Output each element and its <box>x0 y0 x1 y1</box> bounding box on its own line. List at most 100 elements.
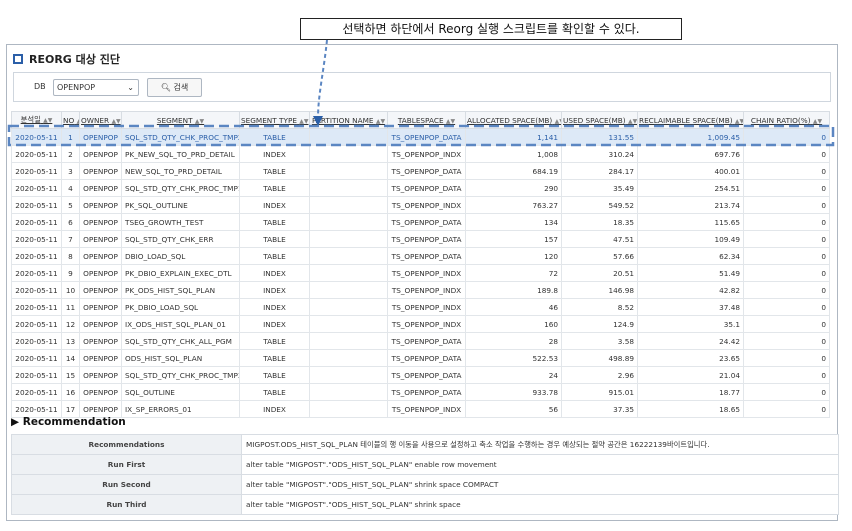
annotation-callout: 선택하면 하단에서 Reorg 실행 스크립트를 확인할 수 있다. <box>300 18 682 40</box>
table-cell: OPENPOP <box>79 281 122 299</box>
table-cell: 522.53 <box>465 349 562 367</box>
sort-icon: ▲▼ <box>299 117 309 125</box>
column-header[interactable]: SEGMENT ▲▼ <box>121 111 240 129</box>
table-cell: 62.34 <box>637 247 744 265</box>
table-cell: TS_OPENPOP_DATA <box>387 366 466 384</box>
search-button[interactable]: 🔍︎ 검색 <box>147 78 202 97</box>
table-cell: NEW_SQL_TO_PRD_DETAIL <box>121 162 240 180</box>
table-cell: TS_OPENPOP_DATA <box>387 247 466 265</box>
table-cell: PK_ODS_HIST_SQL_PLAN <box>121 281 240 299</box>
table-row[interactable]: 2020-05-11 1 OPENPOP SQL_STD_QTY_CHK_PROC_T… <box>11 128 830 146</box>
table-cell: IX_ODS_HIST_SQL_PLAN_01 <box>121 315 240 333</box>
column-header[interactable]: CHAIN RATIO(%) ▲▼ <box>743 111 830 129</box>
table-cell: TABLE <box>239 332 310 350</box>
table-cell: 2020-05-11 <box>11 349 62 367</box>
table-cell: OPENPOP <box>79 315 122 333</box>
table-cell: 0 <box>743 264 830 282</box>
table-row[interactable]: 2020-05-11 7 OPENPOP SQL_STD_QTY_CHK_ERR TAB… <box>11 230 830 248</box>
column-header[interactable]: SEGMENT TYPE ▲▼ <box>239 111 310 129</box>
table-cell: 2020-05-11 <box>11 196 62 214</box>
table-cell: 0 <box>743 213 830 231</box>
table-cell: 2.96 <box>561 366 638 384</box>
table-cell: 400.01 <box>637 162 744 180</box>
table-row[interactable]: 2020-05-11 12 OPENPOP IX_ODS_HIST_SQL_PLAN_… <box>11 315 830 333</box>
table-cell: OPENPOP <box>79 332 122 350</box>
table-cell: TS_OPENPOP_INDX <box>387 298 466 316</box>
table-cell: 0 <box>743 349 830 367</box>
db-select[interactable]: OPENPOP ⌄ <box>53 79 139 96</box>
table-row[interactable]: 2020-05-11 11 OPENPOP PK_DBIO_LOAD_SQL INDEX… <box>11 298 830 316</box>
table-cell: ODS_HIST_SQL_PLAN <box>121 349 240 367</box>
table-cell: TABLE <box>239 162 310 180</box>
table-cell: 697.76 <box>637 145 744 163</box>
column-header[interactable]: NO ▲▼ <box>61 111 80 129</box>
recommendation-label: Run Third <box>11 494 242 515</box>
table-cell: 2020-05-11 <box>11 179 62 197</box>
table-cell: 7 <box>61 230 80 248</box>
table-cell: 47.51 <box>561 230 638 248</box>
table-cell: 134 <box>465 213 562 231</box>
table-cell: 18.65 <box>637 400 744 418</box>
search-icon: 🔍︎ <box>160 83 171 92</box>
table-row[interactable]: 2020-05-11 6 OPENPOP TSEG_GROWTH_TEST TABLE T… <box>11 213 830 231</box>
column-header[interactable]: OWNER ▲▼ <box>79 111 122 129</box>
table-cell <box>309 179 388 197</box>
column-header[interactable]: USED SPACE(MB) ▲▼ <box>561 111 638 129</box>
recommendation-row: Run Second alter table "MIGPOST"."ODS_HI… <box>11 474 839 495</box>
table-cell: 0 <box>743 145 830 163</box>
table-cell: 4 <box>61 179 80 197</box>
table-row[interactable]: 2020-05-11 10 OPENPOP PK_ODS_HIST_SQL_PLAN I… <box>11 281 830 299</box>
table-row[interactable]: 2020-05-11 17 OPENPOP IX_SP_ERRORS_01 INDEX T… <box>11 400 830 418</box>
table-cell <box>309 349 388 367</box>
table-cell: TS_OPENPOP_DATA <box>387 383 466 401</box>
table-cell: SQL_STD_QTY_CHK_PROC_TMP1 <box>121 179 240 197</box>
table-cell: INDEX <box>239 196 310 214</box>
table-row[interactable]: 2020-05-11 15 OPENPOP SQL_STD_QTY_CHK_PROC_… <box>11 366 830 384</box>
table-row[interactable]: 2020-05-11 2 OPENPOP PK_NEW_SQL_TO_PRD_DETA… <box>11 145 830 163</box>
table-cell: 124.9 <box>561 315 638 333</box>
table-row[interactable]: 2020-05-11 8 OPENPOP DBIO_LOAD_SQL TABLE TS_O… <box>11 247 830 265</box>
table-cell: 0 <box>743 298 830 316</box>
table-cell: PK_DBIO_EXPLAIN_EXEC_DTL <box>121 264 240 282</box>
table-cell: 254.51 <box>637 179 744 197</box>
column-header[interactable]: ALLOCATED SPACE(MB) ▲▼ <box>465 111 562 129</box>
table-cell <box>309 315 388 333</box>
table-row[interactable]: 2020-05-11 9 OPENPOP PK_DBIO_EXPLAIN_EXEC_D… <box>11 264 830 282</box>
table-cell <box>309 366 388 384</box>
table-cell: 2 <box>61 145 80 163</box>
sort-icon: ▲▼ <box>627 117 638 125</box>
chevron-down-icon: ⌄ <box>127 83 134 92</box>
panel-title: REORG 대상 진단 <box>13 51 120 67</box>
table-cell: 115.65 <box>637 213 744 231</box>
sort-icon: ▲▼ <box>194 117 205 125</box>
table-cell: 46 <box>465 298 562 316</box>
table-row[interactable]: 2020-05-11 3 OPENPOP NEW_SQL_TO_PRD_DETAIL T… <box>11 162 830 180</box>
column-header[interactable]: TABLESPACE ▲▼ <box>387 111 466 129</box>
table-cell: SQL_STD_QTY_CHK_PROC_TMP3 <box>121 366 240 384</box>
table-cell <box>309 281 388 299</box>
table-cell: 57.66 <box>561 247 638 265</box>
table-cell: 2020-05-11 <box>11 366 62 384</box>
table-cell: TABLE <box>239 213 310 231</box>
table-cell: OPENPOP <box>79 179 122 197</box>
table-row[interactable]: 2020-05-11 13 OPENPOP SQL_STD_QTY_CHK_ALL_P… <box>11 332 830 350</box>
table-cell: OPENPOP <box>79 400 122 418</box>
column-header[interactable]: RECLAIMABLE SPACE(MB) ▲▼ <box>637 111 744 129</box>
table-cell: 12 <box>61 315 80 333</box>
table-cell: TABLE <box>239 128 310 146</box>
table-cell: 14 <box>61 349 80 367</box>
recommendation-table: Recommendations MIGPOST.ODS_HIST_SQL_PLA… <box>11 434 839 515</box>
table-cell: 18.77 <box>637 383 744 401</box>
table-cell: OPENPOP <box>79 366 122 384</box>
recommendation-value: MIGPOST.ODS_HIST_SQL_PLAN 테이블의 행 이동을 사용으… <box>241 434 839 455</box>
table-cell: 1,008 <box>465 145 562 163</box>
table-cell: 10 <box>61 281 80 299</box>
table-row[interactable]: 2020-05-11 16 OPENPOP SQL_OUTLINE TABLE TS_OP… <box>11 383 830 401</box>
table-row[interactable]: 2020-05-11 4 OPENPOP SQL_STD_QTY_CHK_PROC_T… <box>11 179 830 197</box>
table-row[interactable]: 2020-05-11 5 OPENPOP PK_SQL_OUTLINE INDEX TS_… <box>11 196 830 214</box>
column-header[interactable]: 분석일 ▲▼ <box>11 111 62 129</box>
table-row[interactable]: 2020-05-11 14 OPENPOP ODS_HIST_SQL_PLAN TABL… <box>11 349 830 367</box>
table-cell: TS_OPENPOP_DATA <box>387 230 466 248</box>
column-header[interactable]: PARTITION NAME ▲▼ <box>309 111 388 129</box>
table-cell: 0 <box>743 128 830 146</box>
